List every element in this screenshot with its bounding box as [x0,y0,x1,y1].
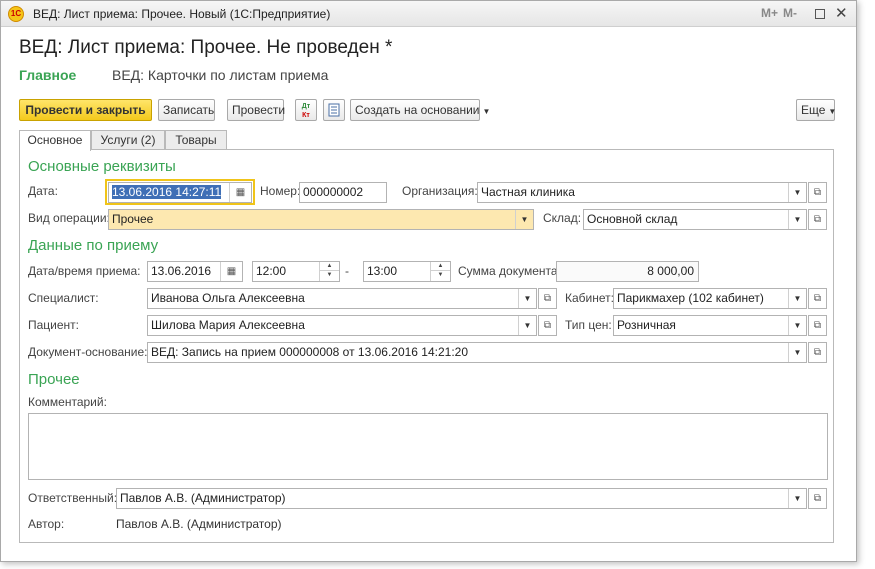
chevron-down-icon[interactable]: ▼ [788,316,806,335]
author-label: Автор: [28,517,65,531]
window-title: ВЕД: Лист приема: Прочее. Новый (1С:Пред… [33,7,331,21]
date-input[interactable]: 13.06.2016 14:27:11 ▦ [108,182,252,203]
price-type-field[interactable]: Розничная ▼ [613,315,807,336]
open-stock-icon[interactable]: ⧉ [808,209,827,230]
tab-goods[interactable]: Товары [165,130,227,150]
cabinet-field[interactable]: Парикмахер (102 кабинет) ▼ [613,288,807,309]
stock-field[interactable]: Основной склад ▼ [583,209,807,230]
create-based-on-button[interactable]: Создать на основании ▼ [350,99,490,121]
patient-field[interactable]: Шилова Мария Алексеевна ▼ [147,315,537,336]
save-button[interactable]: Записать [158,99,215,121]
organization-label: Организация: [402,184,478,198]
create-based-on-label: Создать на основании [355,103,480,117]
calendar-icon[interactable]: ▦ [220,262,242,281]
dt-kt-icon[interactable]: Дт Кт [295,99,317,121]
specialist-label: Специалист: [28,291,99,305]
basis-doc-field[interactable]: ВЕД: Запись на прием 000000008 от 13.06.… [147,342,807,363]
chevron-down-icon: ▼ [828,107,837,116]
open-price-type-icon[interactable]: ⧉ [808,315,827,336]
tab-content-panel: Основные реквизиты Дата: 13.06.2016 14:2… [19,149,834,543]
date-label: Дата: [28,184,58,198]
open-basis-doc-icon[interactable]: ⧉ [808,342,827,363]
cabinet-label: Кабинет: [565,291,614,305]
chevron-down-icon[interactable]: ▼ [788,343,806,362]
nav-cards-link[interactable]: ВЕД: Карточки по листам приема [112,67,328,83]
price-type-label: Тип цен: [565,318,612,332]
stock-label: Склад: [543,211,582,225]
open-cabinet-icon[interactable]: ⧉ [808,288,827,309]
more-label: Еще [801,103,826,117]
chevron-down-icon: ▼ [482,107,491,116]
document-window: 1C ВЕД: Лист приема: Прочее. Новый (1С:П… [0,0,857,562]
post-button[interactable]: Провести [227,99,285,121]
document-icon[interactable] [323,99,345,121]
basis-doc-label: Документ-основание: [28,345,148,359]
open-specialist-icon[interactable]: ⧉ [538,288,557,309]
comment-textarea[interactable] [28,413,828,480]
chevron-down-icon[interactable]: ▼ [788,183,806,202]
number-input[interactable]: 000000002 [299,182,387,203]
page-title: ВЕД: Лист приема: Прочее. Не проведен * [19,37,393,58]
time-dash: - [345,264,349,278]
open-patient-icon[interactable]: ⧉ [538,315,557,336]
chevron-down-icon[interactable]: ▼ [788,289,806,308]
comment-label: Комментарий: [28,395,107,409]
m-minus-button[interactable]: M- [783,6,797,20]
chevron-down-icon[interactable]: ▼ [788,210,806,229]
patient-label: Пациент: [28,318,80,332]
author-value: Павлов А.В. (Администратор) [116,517,282,531]
reception-date-input[interactable]: 13.06.2016 ▦ [147,261,243,282]
chevron-down-icon[interactable]: ▼ [518,316,536,335]
section-main-requisites: Основные реквизиты [28,158,176,175]
calendar-icon[interactable]: ▦ [229,183,251,202]
responsible-label: Ответственный: [28,491,118,505]
time-to-input[interactable]: 13:00 ▲ ▼ [363,261,451,282]
reception-datetime-label: Дата/время приема: [28,264,141,278]
tab-services[interactable]: Услуги (2) [91,130,165,150]
1c-icon[interactable]: 1C [8,6,24,22]
time-to-stepper[interactable]: ▲ ▼ [430,262,450,281]
post-and-close-button[interactable]: Провести и закрыть [19,99,152,121]
time-from-stepper[interactable]: ▲ ▼ [319,262,339,281]
section-other: Прочее [28,371,80,388]
sum-label: Сумма документа: [458,264,561,278]
nav-main-link[interactable]: Главное [19,67,76,83]
time-from-input[interactable]: 12:00 ▲ ▼ [252,261,340,282]
chevron-down-icon[interactable]: ▼ [518,289,536,308]
chevron-down-icon[interactable]: ▼ [515,210,533,229]
chevron-down-icon[interactable]: ▼ [788,489,806,508]
number-label: Номер: [260,184,301,198]
responsible-field[interactable]: Павлов А.В. (Администратор) ▼ [116,488,807,509]
section-reception-data: Данные по приему [28,237,159,254]
more-button[interactable]: Еще ▼ [796,99,837,121]
organization-field[interactable]: Частная клиника ▼ [477,182,807,203]
operation-label: Вид операции: [28,211,110,225]
operation-select[interactable]: Прочее ▼ [108,209,534,230]
tab-main[interactable]: Основное [19,130,91,151]
specialist-field[interactable]: Иванова Ольга Алексеевна ▼ [147,288,537,309]
sum-value: 8 000,00 [556,261,699,282]
open-organization-icon[interactable]: ⧉ [808,182,827,203]
maximize-icon[interactable] [815,9,825,19]
title-bar: 1C ВЕД: Лист приема: Прочее. Новый (1С:П… [1,1,856,27]
m-plus-button[interactable]: M+ [761,6,778,20]
open-responsible-icon[interactable]: ⧉ [808,488,827,509]
close-icon[interactable]: ✕ [835,4,848,22]
